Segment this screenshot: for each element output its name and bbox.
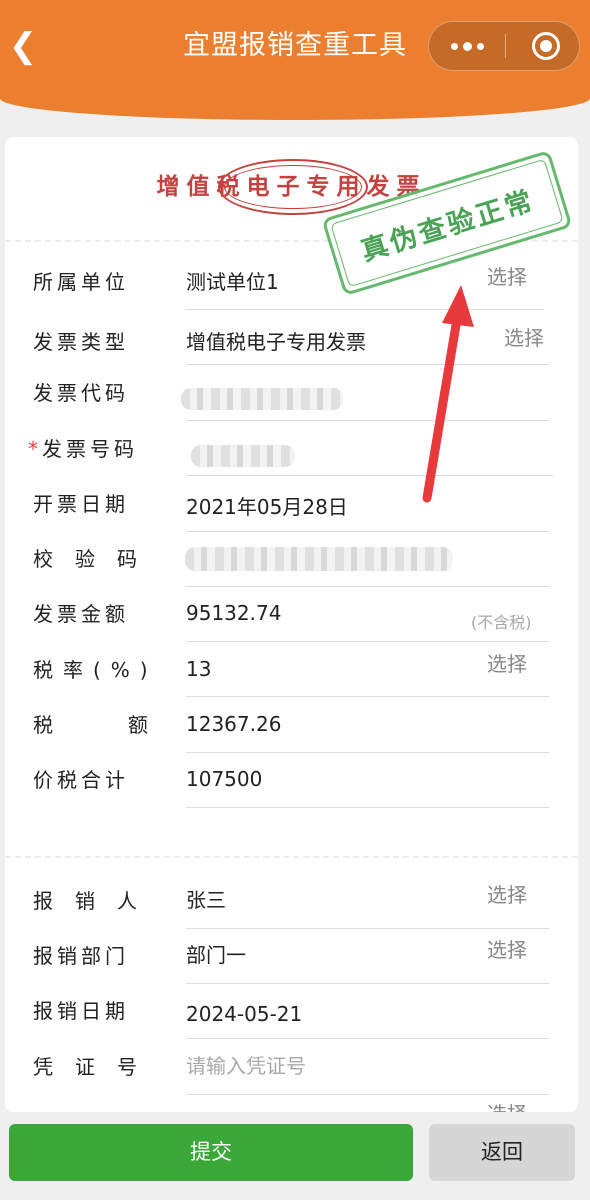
- label-reimburse-date: 报销日期: [33, 999, 129, 1023]
- voucher-number-input[interactable]: 请输入凭证号: [186, 1051, 306, 1081]
- department-value[interactable]: 部门一: [186, 940, 246, 970]
- required-asterisk: *: [28, 437, 42, 461]
- label-voucher-number: 凭证号: [33, 1055, 159, 1079]
- field-divider: [186, 983, 549, 984]
- invoice-number-label-text: 发票号码: [42, 437, 138, 461]
- field-divider: [186, 420, 549, 421]
- label-invoice-number: *发票号码: [28, 434, 138, 464]
- check-code-blurred: [185, 547, 453, 571]
- label-company: 所属单位: [33, 270, 129, 294]
- capsule-divider: [505, 34, 506, 58]
- field-divider: [186, 309, 544, 310]
- section-divider: [5, 856, 578, 858]
- field-divider: [186, 586, 549, 587]
- label-invoice-code: 发票代码: [33, 381, 129, 405]
- footer-bar: 提交 返回: [0, 1112, 590, 1200]
- return-button[interactable]: 返回: [429, 1124, 575, 1181]
- tax-excluded-hint: (不含税): [471, 613, 532, 632]
- invoice-code-blurred: [181, 388, 343, 410]
- issue-date-value[interactable]: 2021年05月28日: [186, 492, 348, 522]
- label-check-code: 校验码: [33, 547, 159, 571]
- label-issue-date: 开票日期: [33, 492, 129, 516]
- annotation-arrow-icon: [422, 285, 474, 503]
- label-reimburser: 报销人: [33, 889, 159, 913]
- tax-amount-value[interactable]: 12367.26: [186, 709, 281, 739]
- submit-button[interactable]: 提交: [9, 1124, 413, 1181]
- company-select-button[interactable]: 选择: [487, 262, 527, 292]
- close-circle-icon[interactable]: [532, 32, 560, 60]
- company-value[interactable]: 测试单位1: [186, 267, 279, 297]
- reimburse-date-value[interactable]: 2024-05-21: [186, 999, 302, 1029]
- field-divider: [186, 752, 549, 753]
- label-invoice-type: 发票类型: [33, 330, 129, 354]
- field-divider: [186, 928, 549, 929]
- reimburser-value[interactable]: 张三: [186, 885, 226, 915]
- field-divider: [186, 1038, 549, 1039]
- label-tax-rate: 税率(%): [33, 658, 158, 682]
- field-divider: [186, 364, 549, 365]
- total-amount-value[interactable]: 107500: [186, 764, 262, 794]
- invoice-number-blurred: [191, 445, 295, 467]
- field-divider: [186, 531, 549, 532]
- label-total-amount: 价税合计: [33, 768, 129, 792]
- field-divider: [186, 696, 549, 697]
- next-field-select-button[interactable]: 选择: [487, 1099, 527, 1112]
- header-bar: ❮ 宜盟报销查重工具: [0, 0, 590, 120]
- label-department: 报销部门: [33, 944, 129, 968]
- invoice-form-card: 增值税电子专用发票 所属单位 测试单位1 选择 发票类型 增值税电子专用发票 选…: [5, 137, 578, 1112]
- tax-rate-value[interactable]: 13: [186, 654, 211, 684]
- reimburser-select-button[interactable]: 选择: [487, 880, 527, 910]
- mini-program-capsule: [428, 21, 580, 71]
- invoice-type-select-button[interactable]: 选择: [504, 323, 544, 353]
- invoice-type-value[interactable]: 增值税电子专用发票: [186, 327, 366, 357]
- more-dots-icon[interactable]: [429, 22, 505, 70]
- department-select-button[interactable]: 选择: [487, 935, 527, 965]
- label-invoice-amount: 发票金额: [33, 602, 129, 626]
- field-divider: [186, 641, 549, 642]
- field-divider: [186, 475, 553, 476]
- field-divider: [186, 807, 549, 808]
- tax-rate-select-button[interactable]: 选择: [487, 649, 527, 679]
- field-divider: [186, 1094, 549, 1095]
- invoice-amount-value[interactable]: 95132.74: [186, 598, 281, 628]
